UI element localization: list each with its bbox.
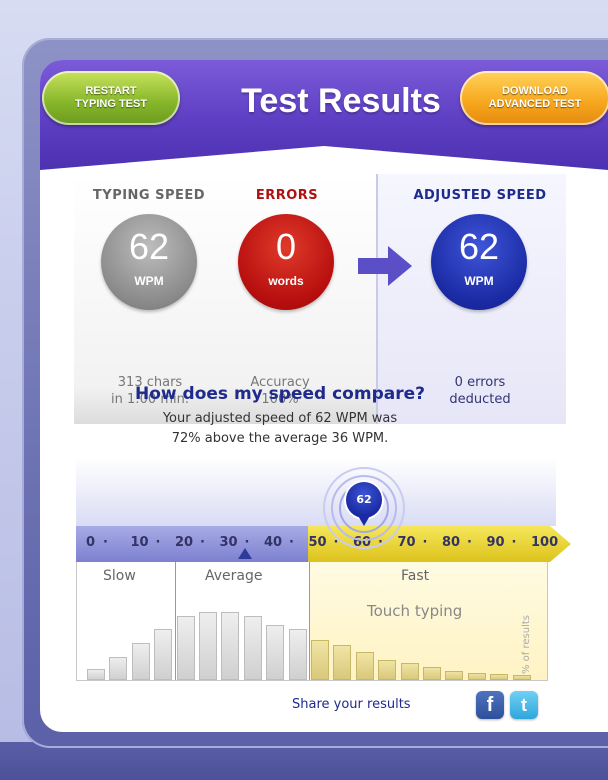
speed-distribution-chart: 0 · 10 · 20 · 30 · 40 · 50 · 60 · 70 · 80 · 90 · 100 Slow Av… <box>76 458 571 681</box>
distribution-bar <box>199 612 217 680</box>
speed-marker-pointer <box>357 514 371 526</box>
distribution-bar <box>221 612 240 680</box>
restart-typing-test-button[interactable]: RESTART TYPING TEST <box>42 71 180 125</box>
distribution-bar <box>87 669 105 680</box>
scale-tick-90: 90 <box>486 535 505 550</box>
chart-body: Slow Average Fast Touch typing % of resu… <box>76 562 548 681</box>
distribution-bar <box>154 629 173 680</box>
scale-tick-dot: · <box>155 535 161 550</box>
speed-marker-pin: 62 <box>346 482 382 518</box>
scale-tick-dot: · <box>511 535 517 550</box>
download-advanced-test-button[interactable]: DOWNLOAD ADVANCED TEST <box>460 71 608 125</box>
adjusted-speed-badge: 62 WPM <box>431 214 527 310</box>
errors-unit: words <box>268 274 304 288</box>
distribution-bar <box>512 675 531 680</box>
distribution-bar <box>131 643 150 680</box>
distribution-bar <box>333 645 352 680</box>
compare-heading: How does my speed compare? <box>135 384 425 404</box>
adjusted-speed-unit: WPM <box>464 274 494 288</box>
page-title: Test Results <box>241 82 441 120</box>
share-results-label: Share your results <box>292 697 411 712</box>
errors-badge: 0 words <box>238 214 334 310</box>
distribution-bar <box>378 660 397 680</box>
errors-value: 0 <box>275 226 297 267</box>
compare-summary-line2: 72% above the average 36 WPM. <box>171 431 389 446</box>
chart-header-gradient <box>76 458 556 526</box>
fast-zone-label: Fast <box>401 568 430 584</box>
typing-speed-value: 62 <box>128 226 170 267</box>
scale-tick-100: 100 <box>531 535 559 550</box>
download-button-label: DOWNLOAD ADVANCED TEST <box>488 85 582 110</box>
distribution-bar <box>490 674 509 680</box>
scale-tick-40: 40 <box>264 535 283 550</box>
scale-tick-dot: · <box>103 535 108 550</box>
errors-label: ERRORS <box>255 188 319 203</box>
touch-typing-label: Touch typing <box>367 602 463 620</box>
compare-summary: Your adjusted speed of 62 WPM was 72% ab… <box>60 409 500 449</box>
scale-tick-dot: · <box>467 535 472 550</box>
scale-tick-dot: · <box>289 535 294 550</box>
facebook-icon[interactable]: f <box>476 691 504 719</box>
distribution-bar <box>243 616 262 680</box>
distribution-bar <box>288 629 307 680</box>
average-marker-icon <box>238 548 252 559</box>
average-fast-divider <box>309 562 310 680</box>
scale-tick-0: 0 <box>86 535 96 550</box>
scale-tick-dot: · <box>200 535 205 550</box>
scale-tick-20: 20 <box>175 535 194 550</box>
adjusted-speed-value: 62 <box>458 226 500 267</box>
distribution-bar <box>423 667 441 680</box>
typing-speed-badge: 62 WPM <box>101 214 197 310</box>
typing-speed-label: TYPING SPEED <box>92 188 206 203</box>
distribution-bar <box>176 616 195 680</box>
scale-tick-dot: · <box>422 535 428 550</box>
twitter-icon[interactable]: t <box>510 691 538 719</box>
distribution-bar <box>467 673 486 680</box>
distribution-bar <box>109 657 128 680</box>
adjusted-speed-label: ADJUSTED SPEED <box>413 188 547 203</box>
arrow-right-icon <box>358 246 412 286</box>
average-zone-label: Average <box>205 568 263 584</box>
distribution-bar <box>400 663 419 680</box>
scale-tick-30: 30 <box>219 535 238 550</box>
distribution-bar <box>355 652 374 680</box>
scale-tick-10: 10 <box>130 535 149 550</box>
distribution-bar <box>311 640 329 680</box>
percent-results-axis-label: % of results <box>521 615 532 674</box>
slow-zone-label: Slow <box>103 568 136 584</box>
typing-speed-unit: WPM <box>134 274 164 288</box>
compare-summary-line1: Your adjusted speed of 62 WPM was <box>162 411 398 426</box>
scale-tick-80: 80 <box>442 535 461 550</box>
distribution-bar <box>445 671 464 680</box>
restart-button-label: RESTART TYPING TEST <box>74 85 148 110</box>
distribution-bar <box>266 625 285 680</box>
